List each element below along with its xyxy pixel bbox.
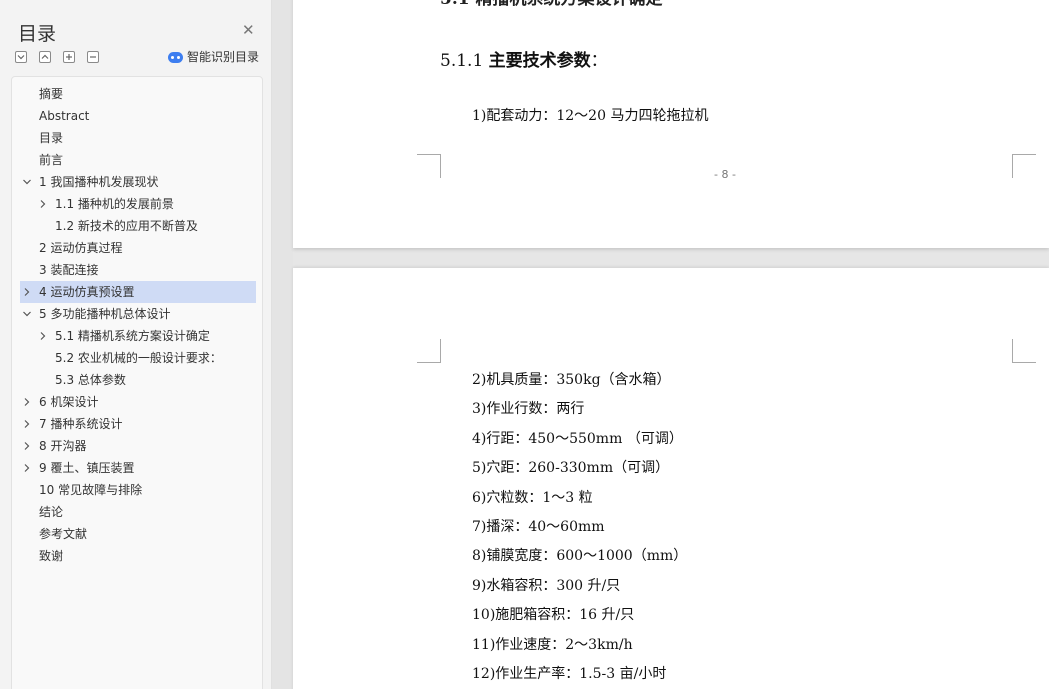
crop-mark [417, 339, 441, 363]
toc-item[interactable]: 5.3 总体参数 [20, 369, 256, 391]
param-line: 4)行距：450～550mm （可调） [472, 430, 683, 447]
toc-item-label: 目录 [39, 131, 64, 145]
chevron-right-icon[interactable] [22, 287, 32, 297]
param-line: 2)机具质量：350kg（含水箱） [472, 372, 671, 388]
page-number: - 8 - [714, 168, 736, 181]
toc-item-label: 5.2 农业机械的一般设计要求： [55, 351, 222, 365]
section-colon: ： [590, 51, 608, 71]
param-line: 11)作业速度：2～3km/h [472, 636, 633, 653]
chevron-right-icon[interactable] [22, 419, 32, 429]
chevron-right-icon[interactable] [22, 441, 32, 451]
toc-item[interactable]: 2 运动仿真过程 [20, 237, 256, 259]
document-page: 2)机具质量：350kg（含水箱） 3)作业行数：两行 4)行距：450～550mm… [293, 268, 1049, 689]
page-gutter [272, 0, 293, 689]
toc-item-label: 7 播种系统设计 [39, 417, 123, 431]
toc-item[interactable]: Abstract [20, 105, 256, 127]
toc-item-label: 5.3 总体参数 [55, 373, 126, 387]
toc-item-label: 5 多功能播种机总体设计 [39, 307, 171, 321]
toc-item[interactable]: 结论 [20, 501, 256, 523]
toc-item[interactable]: 致谢 [20, 545, 256, 567]
toc-item[interactable]: 6 机架设计 [20, 391, 256, 413]
section-title: 主要技术参数 [488, 51, 591, 71]
ai-toc-button[interactable]: 智能识别目录 [168, 50, 259, 64]
toc-item-label: 4 运动仿真预设置 [39, 285, 135, 299]
param-line: 1)配套动力：12～20 马力四轮拖拉机 [472, 108, 709, 124]
toc-item-label: 摘要 [39, 87, 64, 101]
toc-item[interactable]: 摘要 [20, 83, 256, 105]
toc-item-label: 1 我国播种机发展现状 [39, 175, 159, 189]
toc-item[interactable]: 10 常见故障与排除 [20, 479, 256, 501]
toc-item[interactable]: 1.2 新技术的应用不断普及 [20, 215, 256, 237]
toc-item[interactable]: 目录 [20, 127, 256, 149]
toc-item-label: 5.1 精播机系统方案设计确定 [55, 329, 210, 343]
toc-item[interactable]: 9 覆土、镇压装置 [20, 457, 256, 479]
param-line: 5)穴距：260-330mm（可调） [472, 460, 670, 477]
toc-item-label: 致谢 [39, 549, 64, 563]
toc-item-label: 2 运动仿真过程 [39, 241, 123, 255]
toc-item[interactable]: 4 运动仿真预设置 [20, 281, 256, 303]
chevron-right-icon[interactable] [38, 199, 48, 209]
ai-robot-icon [168, 51, 183, 63]
expand-up-icon[interactable] [39, 51, 51, 63]
chevron-down-icon[interactable] [22, 177, 32, 187]
ai-toc-label: 智能识别目录 [187, 50, 260, 64]
document-page: 5.1 精播机系统方案设计确定 5.1.1 主要技术参数： 1)配套动力：12～… [293, 0, 1049, 248]
chevron-right-icon[interactable] [22, 463, 32, 473]
toc-item-label: 3 装配连接 [39, 263, 99, 277]
crop-mark [1012, 154, 1036, 178]
chevron-right-icon[interactable] [22, 397, 32, 407]
param-line: 12)作业生产率：1.5-3 亩/小时 [472, 666, 667, 682]
chevron-down-icon[interactable] [22, 309, 32, 319]
param-line: 3)作业行数：两行 [472, 401, 585, 418]
param-line: 10)施肥箱容积：16 升/只 [472, 607, 635, 624]
toc-item-label: Abstract [39, 109, 90, 123]
toc-item[interactable]: 1.1 播种机的发展前景 [20, 193, 256, 215]
collapse-all-icon[interactable] [15, 51, 27, 63]
param-line: 6)穴粒数：1～3 粒 [472, 489, 593, 506]
toc-item-label: 10 常见故障与排除 [39, 483, 143, 497]
add-heading-icon[interactable] [63, 51, 75, 63]
toc-item-label: 参考文献 [39, 527, 88, 541]
toc-item[interactable]: 5.1 精播机系统方案设计确定 [20, 325, 256, 347]
section-heading: 5.1.1 主要技术参数： [440, 50, 608, 72]
toc-item[interactable]: 参考文献 [20, 523, 256, 545]
chevron-right-icon[interactable] [38, 331, 48, 341]
param-line: 7)播深：40～60mm [472, 519, 605, 535]
remove-heading-icon[interactable] [87, 51, 99, 63]
param-line: 9)水箱容积：300 升/只 [472, 577, 621, 594]
section-number: 5.1.1 [440, 51, 484, 71]
toc-item-label: 前言 [39, 153, 64, 167]
toc-item[interactable]: 1 我国播种机发展现状 [20, 171, 256, 193]
crop-mark [1012, 339, 1036, 363]
toc-item[interactable]: 8 开沟器 [20, 435, 256, 457]
toc-item[interactable]: 前言 [20, 149, 256, 171]
toc-list: 摘要 Abstract 目录前言 1 我国播种机发展现状 1.1 播种机的发展前景 1.2… [11, 76, 263, 689]
toc-item-label: 1.2 新技术的应用不断普及 [55, 219, 198, 233]
toc-title: 目录 [18, 23, 57, 45]
toc-item-label: 9 覆土、镇压装置 [39, 461, 135, 475]
toc-panel: 目录 ✕ 智能识别目录 摘要 Abstract 目录前言 1 我国播种机发展现状 1.1… [0, 0, 272, 689]
toc-item-label: 6 机架设计 [39, 395, 99, 409]
toc-item[interactable]: 5 多功能播种机总体设计 [20, 303, 256, 325]
toc-item[interactable]: 7 播种系统设计 [20, 413, 256, 435]
toc-item[interactable]: 3 装配连接 [20, 259, 256, 281]
toc-item-label: 结论 [39, 505, 64, 519]
toc-item[interactable]: 5.2 农业机械的一般设计要求： [20, 347, 256, 369]
toc-item-label: 1.1 播种机的发展前景 [55, 197, 174, 211]
close-icon[interactable]: ✕ [242, 22, 255, 38]
param-line: 8)铺膜宽度：600～1000（mm） [472, 548, 688, 565]
cut-off-heading: 5.1 精播机系统方案设计确定 [440, 0, 663, 10]
toc-item-label: 8 开沟器 [39, 439, 87, 453]
crop-mark [417, 154, 441, 178]
